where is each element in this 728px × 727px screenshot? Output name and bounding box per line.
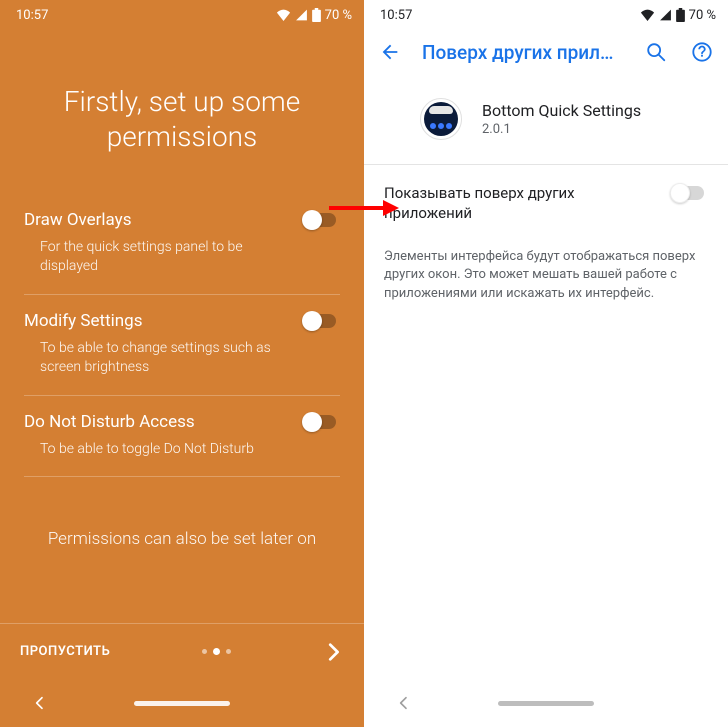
permission-label: Do Not Disturb Access [24, 412, 292, 432]
permission-label: Modify Settings [24, 311, 292, 331]
permission-row-dnd-access: Do Not Disturb Access To be able to togg… [24, 396, 340, 478]
app-info-section: Bottom Quick Settings 2.0.1 [364, 78, 728, 164]
skip-button[interactable]: ПРОПУСТИТЬ [20, 644, 110, 659]
nav-home-pill[interactable] [134, 701, 230, 706]
wifi-icon [276, 9, 291, 21]
page-indicator [202, 648, 231, 655]
toggle-dnd-access[interactable] [302, 412, 340, 432]
battery-icon [676, 8, 685, 22]
permission-desc: To be able to change settings such as sc… [24, 339, 292, 377]
status-bar: 10:57 70 % [364, 0, 728, 26]
battery-label: 70 % [689, 8, 716, 23]
app-bar: Поверх других прило… [364, 26, 728, 78]
nav-back-icon[interactable] [394, 693, 414, 713]
settings-screen: 10:57 70 % Поверх других прило… [364, 0, 728, 727]
next-button[interactable] [322, 641, 344, 663]
permission-row-modify-settings: Modify Settings To be able to change set… [24, 295, 340, 396]
page-dot [202, 649, 207, 654]
permissions-main: Firstly, set up some permissions Draw Ov… [0, 84, 364, 549]
status-bar: 10:57 70 % [0, 0, 364, 26]
onboarding-screen: 10:57 70 % Firstly, set up some permissi… [0, 0, 364, 727]
page-dot [226, 649, 231, 654]
page-title: Firstly, set up some permissions [34, 84, 330, 154]
app-icon [420, 98, 462, 140]
onboarding-footer: ПРОПУСТИТЬ [0, 623, 364, 679]
appbar-title: Поверх других прило… [422, 41, 624, 64]
nav-home-pill[interactable] [498, 701, 594, 706]
later-note: Permissions can also be set later on [24, 529, 340, 549]
battery-icon [312, 8, 321, 22]
search-button[interactable] [642, 38, 670, 66]
overlay-toggle-label: Показывать поверх других приложений [384, 183, 670, 224]
status-time: 10:57 [380, 8, 412, 23]
wifi-icon [640, 9, 655, 21]
status-right: 70 % [640, 8, 716, 23]
overlay-permission-row: Показывать поверх других приложений [364, 165, 728, 228]
page-dot-active [213, 648, 220, 655]
nav-back-icon[interactable] [30, 693, 50, 713]
signal-icon [659, 9, 672, 21]
toggle-display-over-apps[interactable] [670, 183, 708, 203]
signal-icon [295, 9, 308, 21]
permission-desc: For the quick settings panel to be displ… [24, 238, 292, 276]
status-right: 70 % [276, 8, 352, 23]
app-name: Bottom Quick Settings [482, 101, 641, 120]
app-version: 2.0.1 [482, 122, 641, 137]
nav-bar [0, 679, 364, 727]
permission-desc: To be able to toggle Do Not Disturb [24, 440, 292, 459]
toggle-modify-settings[interactable] [302, 311, 340, 331]
battery-label: 70 % [325, 8, 352, 23]
help-button[interactable] [688, 38, 716, 66]
status-time: 10:57 [16, 8, 48, 23]
toggle-draw-overlays[interactable] [302, 210, 340, 230]
permission-label: Draw Overlays [24, 210, 292, 230]
permission-row-draw-overlays: Draw Overlays For the quick settings pan… [24, 194, 340, 295]
back-button[interactable] [376, 38, 404, 66]
nav-bar [364, 679, 728, 727]
overlay-toggle-desc: Элементы интерфейса будут отображаться п… [364, 228, 728, 305]
